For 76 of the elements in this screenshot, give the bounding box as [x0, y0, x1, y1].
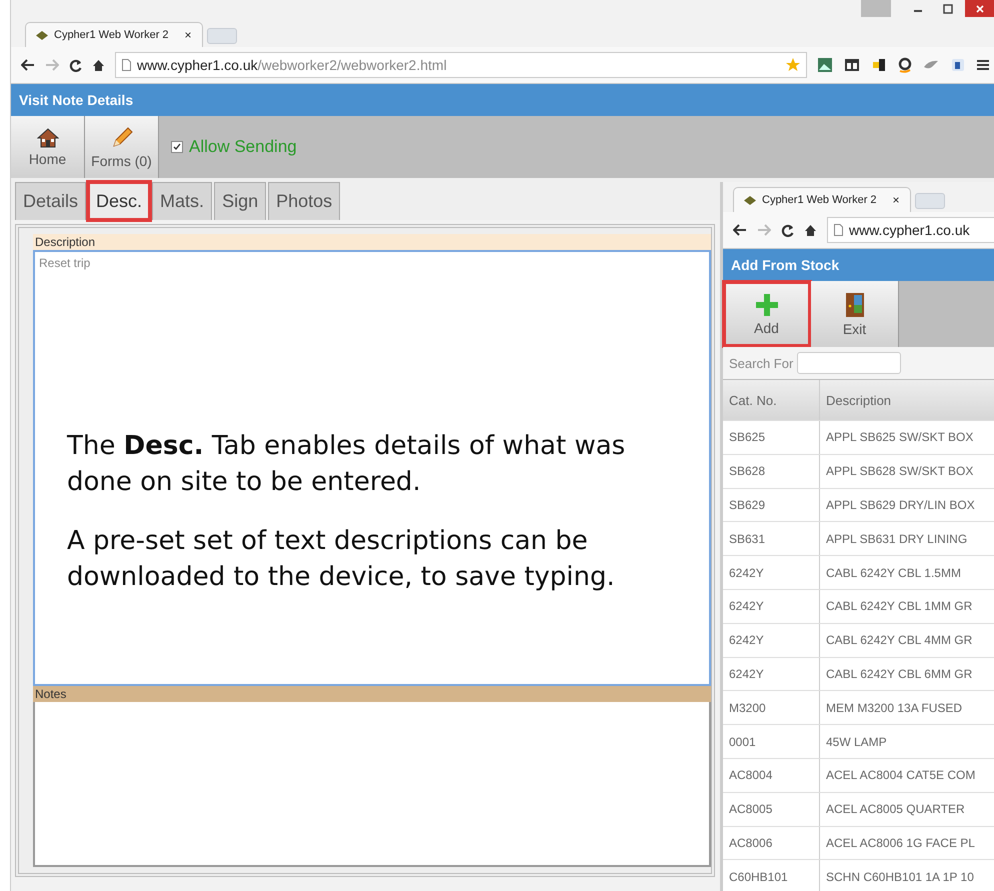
tab-title: Cypher1 Web Worker 2 [54, 29, 169, 41]
table-cell: SB628 [723, 454, 820, 488]
close-tab-button[interactable]: × [184, 28, 192, 42]
table-cell: AC8005 [723, 792, 820, 826]
reload-icon[interactable] [781, 224, 794, 236]
column-header[interactable]: Cat. No. [723, 380, 820, 420]
table-cell: M3200 [723, 691, 820, 724]
table-cell: SB631 [723, 522, 820, 556]
field-label: Notes [33, 686, 711, 702]
table-cell-text: MEM M3200 13A FUSED [825, 700, 964, 717]
table-cell: SB629 [723, 488, 820, 522]
tab-title: Cypher1 Web Worker 2 [762, 194, 877, 206]
table-cell-text: ACEL AC8005 QUARTER [825, 801, 966, 818]
plus-icon [754, 292, 778, 316]
tab[interactable]: Desc. [88, 182, 150, 220]
address-bar[interactable]: www.cypher1.co.uk [827, 217, 994, 243]
table-cell-text: APPL SB625 SW/SKT BOX [825, 429, 974, 446]
table-cell: AC8006 [723, 826, 820, 860]
home-icon[interactable] [92, 58, 105, 72]
description-field[interactable]: Reset trip The Desc. Tab enables details of what was done on site to be entered. A pre-set set of text descriptions can be downloaded to the device, to save typing. [33, 250, 711, 686]
close-icon[interactable] [965, 0, 994, 17]
table-cell-text: CABL 6242Y CBL 1MM GR [825, 598, 974, 616]
search-field[interactable] [797, 352, 902, 374]
toolbar-button[interactable]: Add [723, 281, 811, 347]
window-icon[interactable] [844, 57, 860, 73]
table-cell: C60HB101 [723, 860, 820, 891]
tab[interactable]: Photos [268, 182, 340, 220]
toolbar-button[interactable]: Forms (0) [85, 116, 159, 178]
column-header[interactable]: Description [820, 380, 994, 420]
table-cell-text: APPL SB628 SW/SKT BOX [825, 463, 974, 480]
table-cell: 6242Y [723, 624, 820, 657]
field-label: Description [33, 234, 711, 250]
page-title: Visit Note Details [19, 92, 134, 108]
toolbar-button[interactable]: Home [11, 116, 85, 178]
tab[interactable]: Sign [214, 182, 266, 220]
menu-icon[interactable] [977, 59, 989, 71]
page-icon [834, 224, 843, 236]
table-cell-text: CABL 6242Y CBL 6MM GR [825, 666, 974, 683]
toolbar-button[interactable]: Exit [811, 281, 899, 347]
picture-icon[interactable] [817, 57, 833, 73]
star-icon[interactable] [786, 58, 800, 72]
table-cell-text: APPL SB629 DRY/LIN BOX [825, 496, 976, 514]
table-cell: 6242Y [723, 590, 820, 623]
address-bar[interactable]: www.cypher1.co.uk/webworker2/webworker2.html [115, 52, 807, 78]
table-cell-text: 45W LAMP [825, 734, 888, 751]
close-tab-button[interactable]: × [892, 193, 900, 207]
notes-field[interactable] [33, 702, 711, 867]
page-title: Add From Stock [731, 257, 840, 273]
page-icon [122, 59, 131, 71]
reload-icon[interactable] [69, 58, 82, 72]
browser-tab[interactable]: Cypher1 Web Worker 2 × [733, 187, 911, 212]
table-cell-text: ACEL AC8006 1G FACE PL [825, 834, 976, 852]
house-icon [36, 128, 58, 148]
diamond-icon [744, 196, 756, 204]
tab[interactable]: Details [15, 182, 86, 220]
back-icon[interactable] [733, 224, 747, 236]
back-icon[interactable] [21, 59, 35, 71]
browser-tab[interactable]: Cypher1 Web Worker 2 × [25, 22, 203, 47]
table-cell-text: SCHN C60HB101 1A 1P 10 [825, 868, 975, 886]
table-cell: 6242Y [723, 658, 820, 690]
home-icon[interactable] [804, 224, 817, 236]
annotation-text: The Desc. Tab enables details of what was done on site to be entered. [67, 430, 626, 500]
diamond-icon [36, 30, 48, 40]
table-cell: AC8004 [723, 758, 820, 792]
table-cell: 0001 [723, 725, 820, 758]
table-cell-text: CABL 6242Y CBL 1.5MM [825, 564, 962, 582]
checkbox[interactable] [171, 141, 183, 153]
table-cell: SB625 [723, 421, 820, 454]
table-cell-text: ACEL AC8004 CAT5E COM [825, 767, 976, 784]
annotation-text: A pre-set set of text descriptions can be downloaded to the device, to save typing. [67, 524, 616, 594]
table-cell-text: APPL SB631 DRY LINING [825, 530, 968, 548]
table-cell: 6242Y [723, 556, 820, 589]
door-icon [844, 292, 866, 318]
table-cell-text: CABL 6242Y CBL 4MM GR [825, 632, 974, 650]
tab[interactable]: Mats. [152, 182, 212, 220]
search-label: Search For [729, 356, 794, 370]
